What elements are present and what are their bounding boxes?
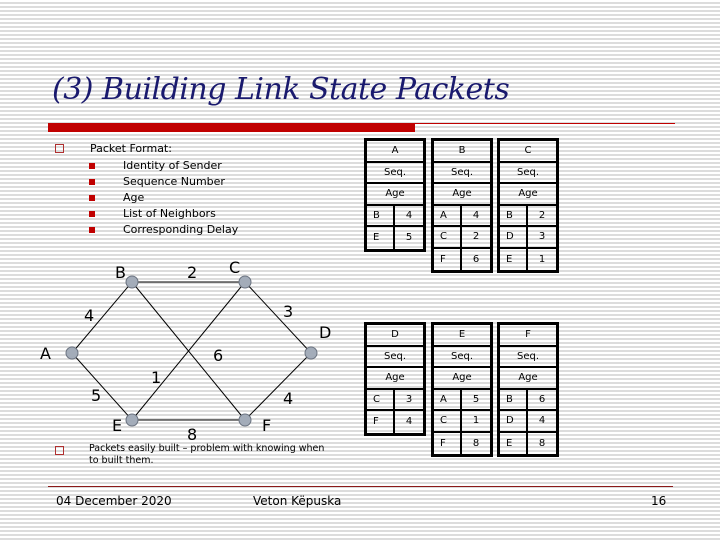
packet-age: Age <box>367 368 423 390</box>
router-label-f: F <box>262 416 271 435</box>
packet-age: Age <box>434 184 490 206</box>
packet-seq: Seq. <box>500 347 556 368</box>
neighbor-cost: 5 <box>405 232 413 244</box>
neighbor-cost: 1 <box>462 411 490 433</box>
neighbor-id: C <box>434 227 462 249</box>
packet-table-c: C Seq. Age B 2 D 3 E 1 <box>497 138 559 273</box>
neighbor-id: A <box>434 205 462 227</box>
neighbor-cost: 6 <box>472 253 480 265</box>
packet-seq: Seq. <box>367 163 423 184</box>
neighbor-id: D <box>500 227 528 249</box>
neighbor-id: D <box>500 411 528 433</box>
neighbor-id: B <box>367 205 395 227</box>
packet-sender: F <box>500 325 556 347</box>
packet-table-d: D Seq. Age C 3 F 4 <box>364 322 426 436</box>
edge-c-d <box>244 281 312 354</box>
page-number: 16 <box>651 494 667 508</box>
router-label-c: C <box>229 258 240 277</box>
router-label-e: E <box>112 416 122 435</box>
neighbor-cost: 8 <box>538 437 546 449</box>
packet-sender: D <box>367 325 423 347</box>
packet-seq: Seq. <box>500 163 556 184</box>
neighbor-cost: 4 <box>462 206 490 227</box>
packet-table-e: E Seq. Age A 5 C 1 F 8 <box>431 322 493 457</box>
edge-weight-d-f: 4 <box>283 389 293 408</box>
neighbor-cost: 4 <box>395 206 423 227</box>
neighbor-cost: 2 <box>528 206 556 227</box>
packet-sender: A <box>367 141 423 163</box>
router-label-d: D <box>319 323 331 342</box>
packet-seq: Seq. <box>434 163 490 184</box>
packet-sender: C <box>500 141 556 163</box>
neighbor-cost: 4 <box>405 416 413 428</box>
footer-author: Veton Këpuska <box>253 494 342 508</box>
packet-age: Age <box>434 368 490 390</box>
router-node-e <box>125 413 139 427</box>
neighbor-id: E <box>367 227 395 249</box>
footer-date: 04 December 2020 <box>56 494 172 508</box>
edge-d-f <box>244 352 312 421</box>
neighbor-id: F <box>434 248 462 270</box>
neighbor-id: B <box>500 205 528 227</box>
router-node-b <box>125 275 139 289</box>
neighbor-id: C <box>367 389 395 411</box>
packet-table-a: A Seq. Age B 4 E 5 <box>364 138 426 252</box>
edge-weight-e-f: 8 <box>187 425 197 444</box>
packet-age: Age <box>367 184 423 206</box>
edge-weight-a-b: 4 <box>84 306 94 325</box>
router-node-f <box>238 413 252 427</box>
packet-seq: Seq. <box>367 347 423 368</box>
edge-weight-c-e: 1 <box>151 368 161 387</box>
neighbor-cost: 4 <box>528 411 556 433</box>
edge-weight-c-d: 3 <box>283 302 293 321</box>
neighbor-cost: 5 <box>462 390 490 411</box>
neighbor-id: B <box>500 389 528 411</box>
router-node-c <box>238 275 252 289</box>
router-node-a <box>65 346 79 360</box>
footer-divider <box>48 486 673 487</box>
hollow-square-bullet-icon <box>55 446 64 455</box>
neighbor-cost: 2 <box>462 227 490 249</box>
neighbor-cost: 6 <box>528 390 556 411</box>
router-label-a: A <box>40 344 51 363</box>
neighbor-cost: 3 <box>395 390 423 411</box>
neighbor-id: C <box>434 411 462 433</box>
bullet-packets-note-line1: Packets easily built – problem with know… <box>89 443 325 454</box>
edge-weight-a-e: 5 <box>91 386 101 405</box>
neighbor-cost: 8 <box>472 437 480 449</box>
neighbor-id: F <box>434 432 462 454</box>
edge-a-b <box>71 281 133 354</box>
packet-seq: Seq. <box>434 347 490 368</box>
packet-sender: B <box>434 141 490 163</box>
edge-weight-b-c: 2 <box>187 263 197 282</box>
neighbor-id: F <box>367 411 395 433</box>
packet-table-b: B Seq. Age A 4 C 2 F 6 <box>431 138 493 273</box>
packet-table-f: F Seq. Age B 6 D 4 E 8 <box>497 322 559 457</box>
packet-age: Age <box>500 368 556 390</box>
neighbor-id: E <box>500 248 528 270</box>
neighbor-id: E <box>500 432 528 454</box>
neighbor-cost: 3 <box>528 227 556 249</box>
packet-sender: E <box>434 325 490 347</box>
neighbor-cost: 1 <box>538 253 546 265</box>
router-node-d <box>304 346 318 360</box>
neighbor-id: A <box>434 389 462 411</box>
packet-age: Age <box>500 184 556 206</box>
bullet-packets-note-line2: to built them. <box>89 455 154 466</box>
edge-weight-b-f: 6 <box>213 346 223 365</box>
router-label-b: B <box>115 263 126 282</box>
edge-a-e <box>71 352 133 421</box>
